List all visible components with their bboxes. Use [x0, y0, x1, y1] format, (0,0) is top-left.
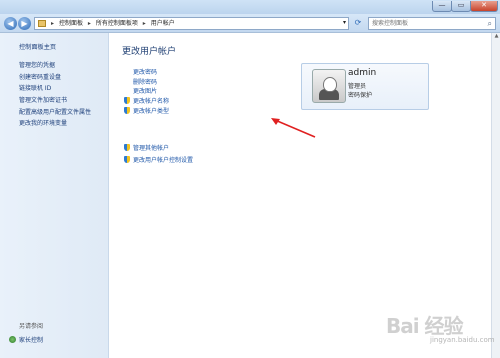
- user-name: admin: [348, 68, 377, 78]
- avatar-head: [323, 77, 337, 92]
- left-pane: 控制面板主页 管理您的凭据 创建密码重设盘 链接联机 ID 管理文件加密证书 配…: [0, 33, 109, 358]
- parental-controls-link[interactable]: 家长控制: [9, 335, 43, 344]
- action-label: 更改帐户名称: [133, 98, 170, 106]
- title-bar: — ▭ ✕: [0, 0, 500, 14]
- account-actions: 更改密码 删除密码 更改图片 更改帐户名称 更改帐户类型: [124, 67, 169, 115]
- maximize-button[interactable]: ▭: [451, 1, 471, 12]
- breadcrumb-item[interactable]: 控制面板: [59, 20, 83, 27]
- action-label: 更改用户帐户控制设置: [133, 157, 194, 164]
- parental-controls-label: 家长控制: [19, 337, 44, 344]
- action-label: 管理其他帐户: [133, 145, 170, 152]
- annotation-arrow: [271, 118, 316, 138]
- task-link[interactable]: 管理文件加密证书: [19, 95, 91, 107]
- breadcrumb-separator: ▸: [142, 20, 146, 27]
- change-picture-link[interactable]: 更改图片: [133, 86, 169, 96]
- search-box[interactable]: ⌕: [368, 17, 496, 30]
- user-avatar: [312, 69, 346, 103]
- task-links: 管理您的凭据 创建密码重设盘 链接联机 ID 管理文件加密证书 配置高级用户配置…: [19, 60, 91, 130]
- breadcrumb-separator: ▸: [51, 20, 55, 27]
- see-also-heading: 另请参阅: [19, 323, 44, 330]
- shield-icon: [124, 156, 130, 163]
- task-link[interactable]: 链接联机 ID: [19, 83, 91, 95]
- back-button[interactable]: ◀: [4, 17, 17, 30]
- vertical-scrollbar[interactable]: ▲: [491, 33, 500, 358]
- refresh-icon[interactable]: ⟳: [352, 18, 364, 28]
- forward-button[interactable]: ▶: [18, 17, 31, 30]
- minimize-button[interactable]: —: [432, 1, 452, 12]
- remove-password-link[interactable]: 删除密码: [133, 77, 169, 87]
- page-title: 更改用户帐户: [122, 47, 177, 57]
- change-password-link[interactable]: 更改密码: [133, 67, 169, 77]
- user-role: 管理员: [348, 83, 367, 90]
- watermark-url: jingyan.baidu.com: [430, 336, 495, 344]
- scroll-up-icon[interactable]: ▲: [492, 33, 500, 41]
- search-icon[interactable]: ⌕: [488, 18, 492, 29]
- shield-icon: [124, 97, 130, 105]
- chevron-down-icon[interactable]: ▾: [343, 19, 346, 26]
- shield-icon: [124, 144, 130, 151]
- action-label: 更改帐户类型: [133, 107, 170, 115]
- breadcrumb: ▸ 控制面板 ▸ 所有控制面板项 ▸ 用户帐户: [51, 19, 178, 28]
- password-status: 密码保护: [348, 92, 373, 99]
- task-link[interactable]: 更改我的环境变量: [19, 118, 91, 130]
- admin-actions: 管理其他帐户 更改用户帐户控制设置: [124, 143, 193, 167]
- search-input[interactable]: [369, 18, 483, 29]
- folder-icon: [38, 20, 46, 27]
- navigation-bar: ◀ ▶ ▸ 控制面板 ▸ 所有控制面板项 ▸ 用户帐户 ▾ ⟳ ⌕: [0, 14, 500, 33]
- manage-other-accounts-link[interactable]: 管理其他帐户: [124, 143, 193, 155]
- breadcrumb-item[interactable]: 用户帐户: [151, 20, 175, 27]
- control-panel-home-link[interactable]: 控制面板主页: [19, 42, 56, 51]
- address-bar[interactable]: ▸ 控制面板 ▸ 所有控制面板项 ▸ 用户帐户 ▾: [34, 17, 349, 30]
- task-link[interactable]: 配置高级用户配置文件属性: [19, 107, 91, 119]
- close-button[interactable]: ✕: [470, 1, 498, 12]
- shield-icon: [124, 106, 130, 114]
- parental-controls-icon: [9, 336, 16, 343]
- user-card: admin 管理员 密码保护: [301, 63, 429, 110]
- breadcrumb-item[interactable]: 所有控制面板项: [96, 20, 138, 27]
- task-link[interactable]: 管理您的凭据: [19, 60, 91, 72]
- watermark-logo: Bai 经验: [386, 314, 464, 338]
- task-link[interactable]: 创建密码重设盘: [19, 72, 91, 84]
- change-account-name-link[interactable]: 更改帐户名称: [124, 96, 169, 106]
- change-account-type-link[interactable]: 更改帐户类型: [124, 106, 169, 116]
- breadcrumb-separator: ▸: [87, 20, 91, 27]
- uac-settings-link[interactable]: 更改用户帐户控制设置: [124, 155, 193, 167]
